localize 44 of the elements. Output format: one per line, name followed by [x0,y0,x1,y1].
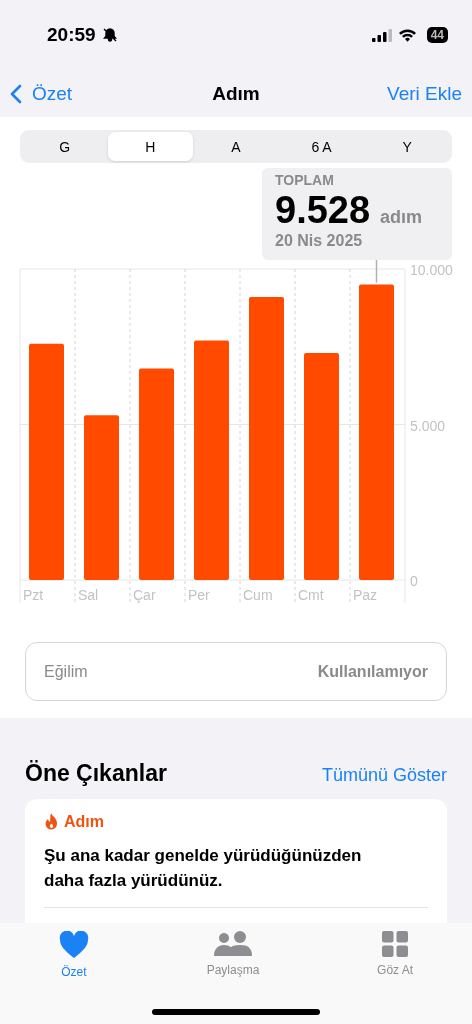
segment-tab[interactable]: 6 A [278,132,365,161]
tab-bar-item[interactable]: Göz At [373,931,418,987]
heart-icon [58,931,89,959]
status-time: 20:59 [47,24,96,46]
axis-label: 0 [410,573,418,589]
add-data-link[interactable]: Veri Ekle [387,82,462,105]
total-value: 9.528 [275,188,371,232]
total-date: 20 Nis 2025 [275,232,364,250]
tab-bar-item[interactable]: Özet [54,931,93,987]
axis-label: Çar [133,587,156,603]
axis-label: Cmt [298,587,324,603]
people-icon [213,931,252,957]
card-text: Şu ana kadar genelde yürüdüğünüzden daha fazla yürüdünüz. [44,845,363,892]
segment-tab[interactable]: A [193,132,279,161]
trend-value: Kullanılamıyor [317,662,428,681]
segment-tab[interactable]: H [107,132,194,161]
segment-tab[interactable]: Y [364,132,450,161]
back-link[interactable]: Özet [10,82,73,105]
leader-line [375,259,378,284]
trend-row[interactable]: Eğilim Kullanılamıyor [25,642,447,701]
axis-label: Pzt [23,587,44,603]
page-title: Adım [211,82,261,105]
muted-bell-icon [101,27,118,43]
trend-label: Eğilim [44,662,88,681]
total-label: TOPLAM [275,172,335,188]
axis-label: 10.000 [410,262,453,278]
axis-label: Cum [243,587,273,603]
flame-icon [44,813,59,831]
grid-icon [382,931,409,957]
back-chevron-icon [10,83,22,104]
axis-label: Per [188,587,210,603]
axis-label: Sal [78,587,99,603]
highlight-card[interactable]: Adım Şu ana kadar genelde yürüdüğünüzden daha fazla yürüdünüz. [25,799,447,923]
axis-label: 5.000 [410,417,446,434]
tab-bar-item[interactable]: Paylaşma [202,931,264,987]
total-unit: adım [380,207,423,228]
section-title: Öne Çıkanlar [25,760,167,787]
wifi-icon [397,28,417,42]
axis-label: Paz [353,587,378,603]
segment-tab[interactable]: G [22,132,108,161]
battery-icon: 44 [426,27,448,43]
show-all-link[interactable]: Tümünü Göster [321,765,447,786]
card-category: Adım [64,813,104,831]
signal-icon [371,28,392,42]
